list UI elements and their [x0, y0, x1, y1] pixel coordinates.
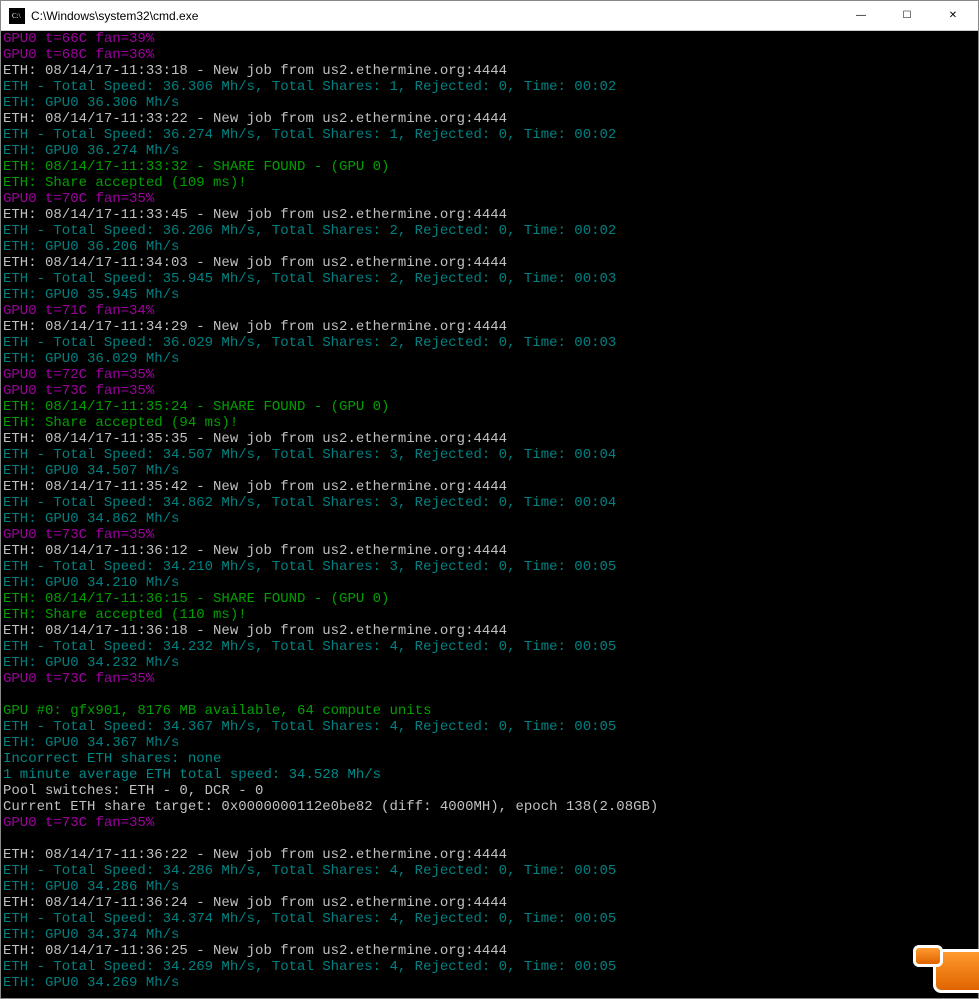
terminal-line: GPU0 t=71C fan=34%	[3, 303, 976, 319]
terminal-line: ETH: 08/14/17-11:35:24 - SHARE FOUND - (…	[3, 399, 976, 415]
svg-text:C:\: C:\	[12, 12, 21, 20]
terminal-line: ETH - Total Speed: 34.862 Mh/s, Total Sh…	[3, 495, 976, 511]
terminal-line: ETH - Total Speed: 36.306 Mh/s, Total Sh…	[3, 79, 976, 95]
terminal-line: ETH: 08/14/17-11:34:29 - New job from us…	[3, 319, 976, 335]
terminal-line: ETH: 08/14/17-11:33:22 - New job from us…	[3, 111, 976, 127]
terminal-line: ETH: 08/14/17-11:36:24 - New job from us…	[3, 895, 976, 911]
terminal-line: ETH: GPU0 34.367 Mh/s	[3, 735, 976, 751]
terminal-line: ETH: GPU0 34.862 Mh/s	[3, 511, 976, 527]
titlebar[interactable]: C:\ C:\Windows\system32\cmd.exe — ☐ ✕	[1, 1, 978, 31]
terminal-line: ETH: 08/14/17-11:35:35 - New job from us…	[3, 431, 976, 447]
terminal-line: ETH: 08/14/17-11:36:25 - New job from us…	[3, 943, 976, 959]
terminal-line: ETH: GPU0 34.374 Mh/s	[3, 927, 976, 943]
window-title: C:\Windows\system32\cmd.exe	[31, 9, 838, 23]
terminal-line: GPU0 t=73C fan=35%	[3, 671, 976, 687]
terminal-line: ETH: 08/14/17-11:33:45 - New job from us…	[3, 207, 976, 223]
terminal-line: ETH: GPU0 34.210 Mh/s	[3, 575, 976, 591]
terminal-line: GPU #0: gfx901, 8176 MB available, 64 co…	[3, 703, 976, 719]
terminal-line: ETH: 08/14/17-11:36:15 - SHARE FOUND - (…	[3, 591, 976, 607]
minimize-button[interactable]: —	[838, 2, 884, 30]
terminal-line: Current ETH share target: 0x0000000112e0…	[3, 799, 976, 815]
terminal-line: ETH: GPU0 34.269 Mh/s	[3, 975, 976, 991]
terminal-line: ETH: 08/14/17-11:36:22 - New job from us…	[3, 847, 976, 863]
terminal-line: ETH - Total Speed: 36.029 Mh/s, Total Sh…	[3, 335, 976, 351]
terminal-line: ETH: GPU0 35.945 Mh/s	[3, 287, 976, 303]
terminal-line: ETH - Total Speed: 34.269 Mh/s, Total Sh…	[3, 959, 976, 975]
terminal-output[interactable]: GPU0 t=66C fan=39%GPU0 t=68C fan=36%ETH:…	[1, 31, 978, 998]
terminal-line: ETH: GPU0 36.306 Mh/s	[3, 95, 976, 111]
terminal-line: ETH - Total Speed: 34.507 Mh/s, Total Sh…	[3, 447, 976, 463]
maximize-button[interactable]: ☐	[884, 2, 930, 30]
terminal-line: ETH - Total Speed: 34.232 Mh/s, Total Sh…	[3, 639, 976, 655]
terminal-line: ETH: GPU0 34.507 Mh/s	[3, 463, 976, 479]
terminal-line: ETH: 08/14/17-11:33:32 - SHARE FOUND - (…	[3, 159, 976, 175]
terminal-line: Pool switches: ETH - 0, DCR - 0	[3, 783, 976, 799]
terminal-line: GPU0 t=66C fan=39%	[3, 31, 976, 47]
terminal-line: GPU0 t=72C fan=35%	[3, 367, 976, 383]
terminal-line: ETH: 08/14/17-11:36:18 - New job from us…	[3, 623, 976, 639]
terminal-line: ETH: 08/14/17-11:35:42 - New job from us…	[3, 479, 976, 495]
terminal-line: ETH: Share accepted (94 ms)!	[3, 415, 976, 431]
terminal-line: ETH - Total Speed: 34.286 Mh/s, Total Sh…	[3, 863, 976, 879]
terminal-line: ETH - Total Speed: 34.210 Mh/s, Total Sh…	[3, 559, 976, 575]
terminal-line: ETH: GPU0 36.206 Mh/s	[3, 239, 976, 255]
terminal-line: ETH: GPU0 34.232 Mh/s	[3, 655, 976, 671]
terminal-line: GPU0 t=73C fan=35%	[3, 527, 976, 543]
terminal-line: GPU0 t=73C fan=35%	[3, 815, 976, 831]
terminal-line: ETH - Total Speed: 35.945 Mh/s, Total Sh…	[3, 271, 976, 287]
terminal-line: GPU0 t=70C fan=35%	[3, 191, 976, 207]
close-button[interactable]: ✕	[930, 2, 976, 30]
terminal-line: ETH: GPU0 36.274 Mh/s	[3, 143, 976, 159]
terminal-line: GPU0 t=68C fan=36%	[3, 47, 976, 63]
terminal-line: ETH: Share accepted (110 ms)!	[3, 607, 976, 623]
terminal-line: ETH: 08/14/17-11:34:03 - New job from us…	[3, 255, 976, 271]
cmd-icon: C:\	[9, 8, 25, 24]
terminal-line	[3, 831, 976, 847]
terminal-line: ETH - Total Speed: 34.374 Mh/s, Total Sh…	[3, 911, 976, 927]
terminal-line: ETH: GPU0 34.286 Mh/s	[3, 879, 976, 895]
terminal-line: 1 minute average ETH total speed: 34.528…	[3, 767, 976, 783]
terminal-line: ETH: 08/14/17-11:36:12 - New job from us…	[3, 543, 976, 559]
window-controls: — ☐ ✕	[838, 2, 976, 30]
terminal-line: ETH - Total Speed: 36.274 Mh/s, Total Sh…	[3, 127, 976, 143]
terminal-line	[3, 687, 976, 703]
terminal-line: ETH: Share accepted (109 ms)!	[3, 175, 976, 191]
terminal-line: ETH - Total Speed: 34.367 Mh/s, Total Sh…	[3, 719, 976, 735]
terminal-line: ETH: 08/14/17-11:33:18 - New job from us…	[3, 63, 976, 79]
terminal-line: ETH: GPU0 36.029 Mh/s	[3, 351, 976, 367]
terminal-line: GPU0 t=73C fan=35%	[3, 383, 976, 399]
cmd-window: C:\ C:\Windows\system32\cmd.exe — ☐ ✕ GP…	[0, 0, 979, 999]
terminal-line: Incorrect ETH shares: none	[3, 751, 976, 767]
terminal-line: ETH - Total Speed: 36.206 Mh/s, Total Sh…	[3, 223, 976, 239]
